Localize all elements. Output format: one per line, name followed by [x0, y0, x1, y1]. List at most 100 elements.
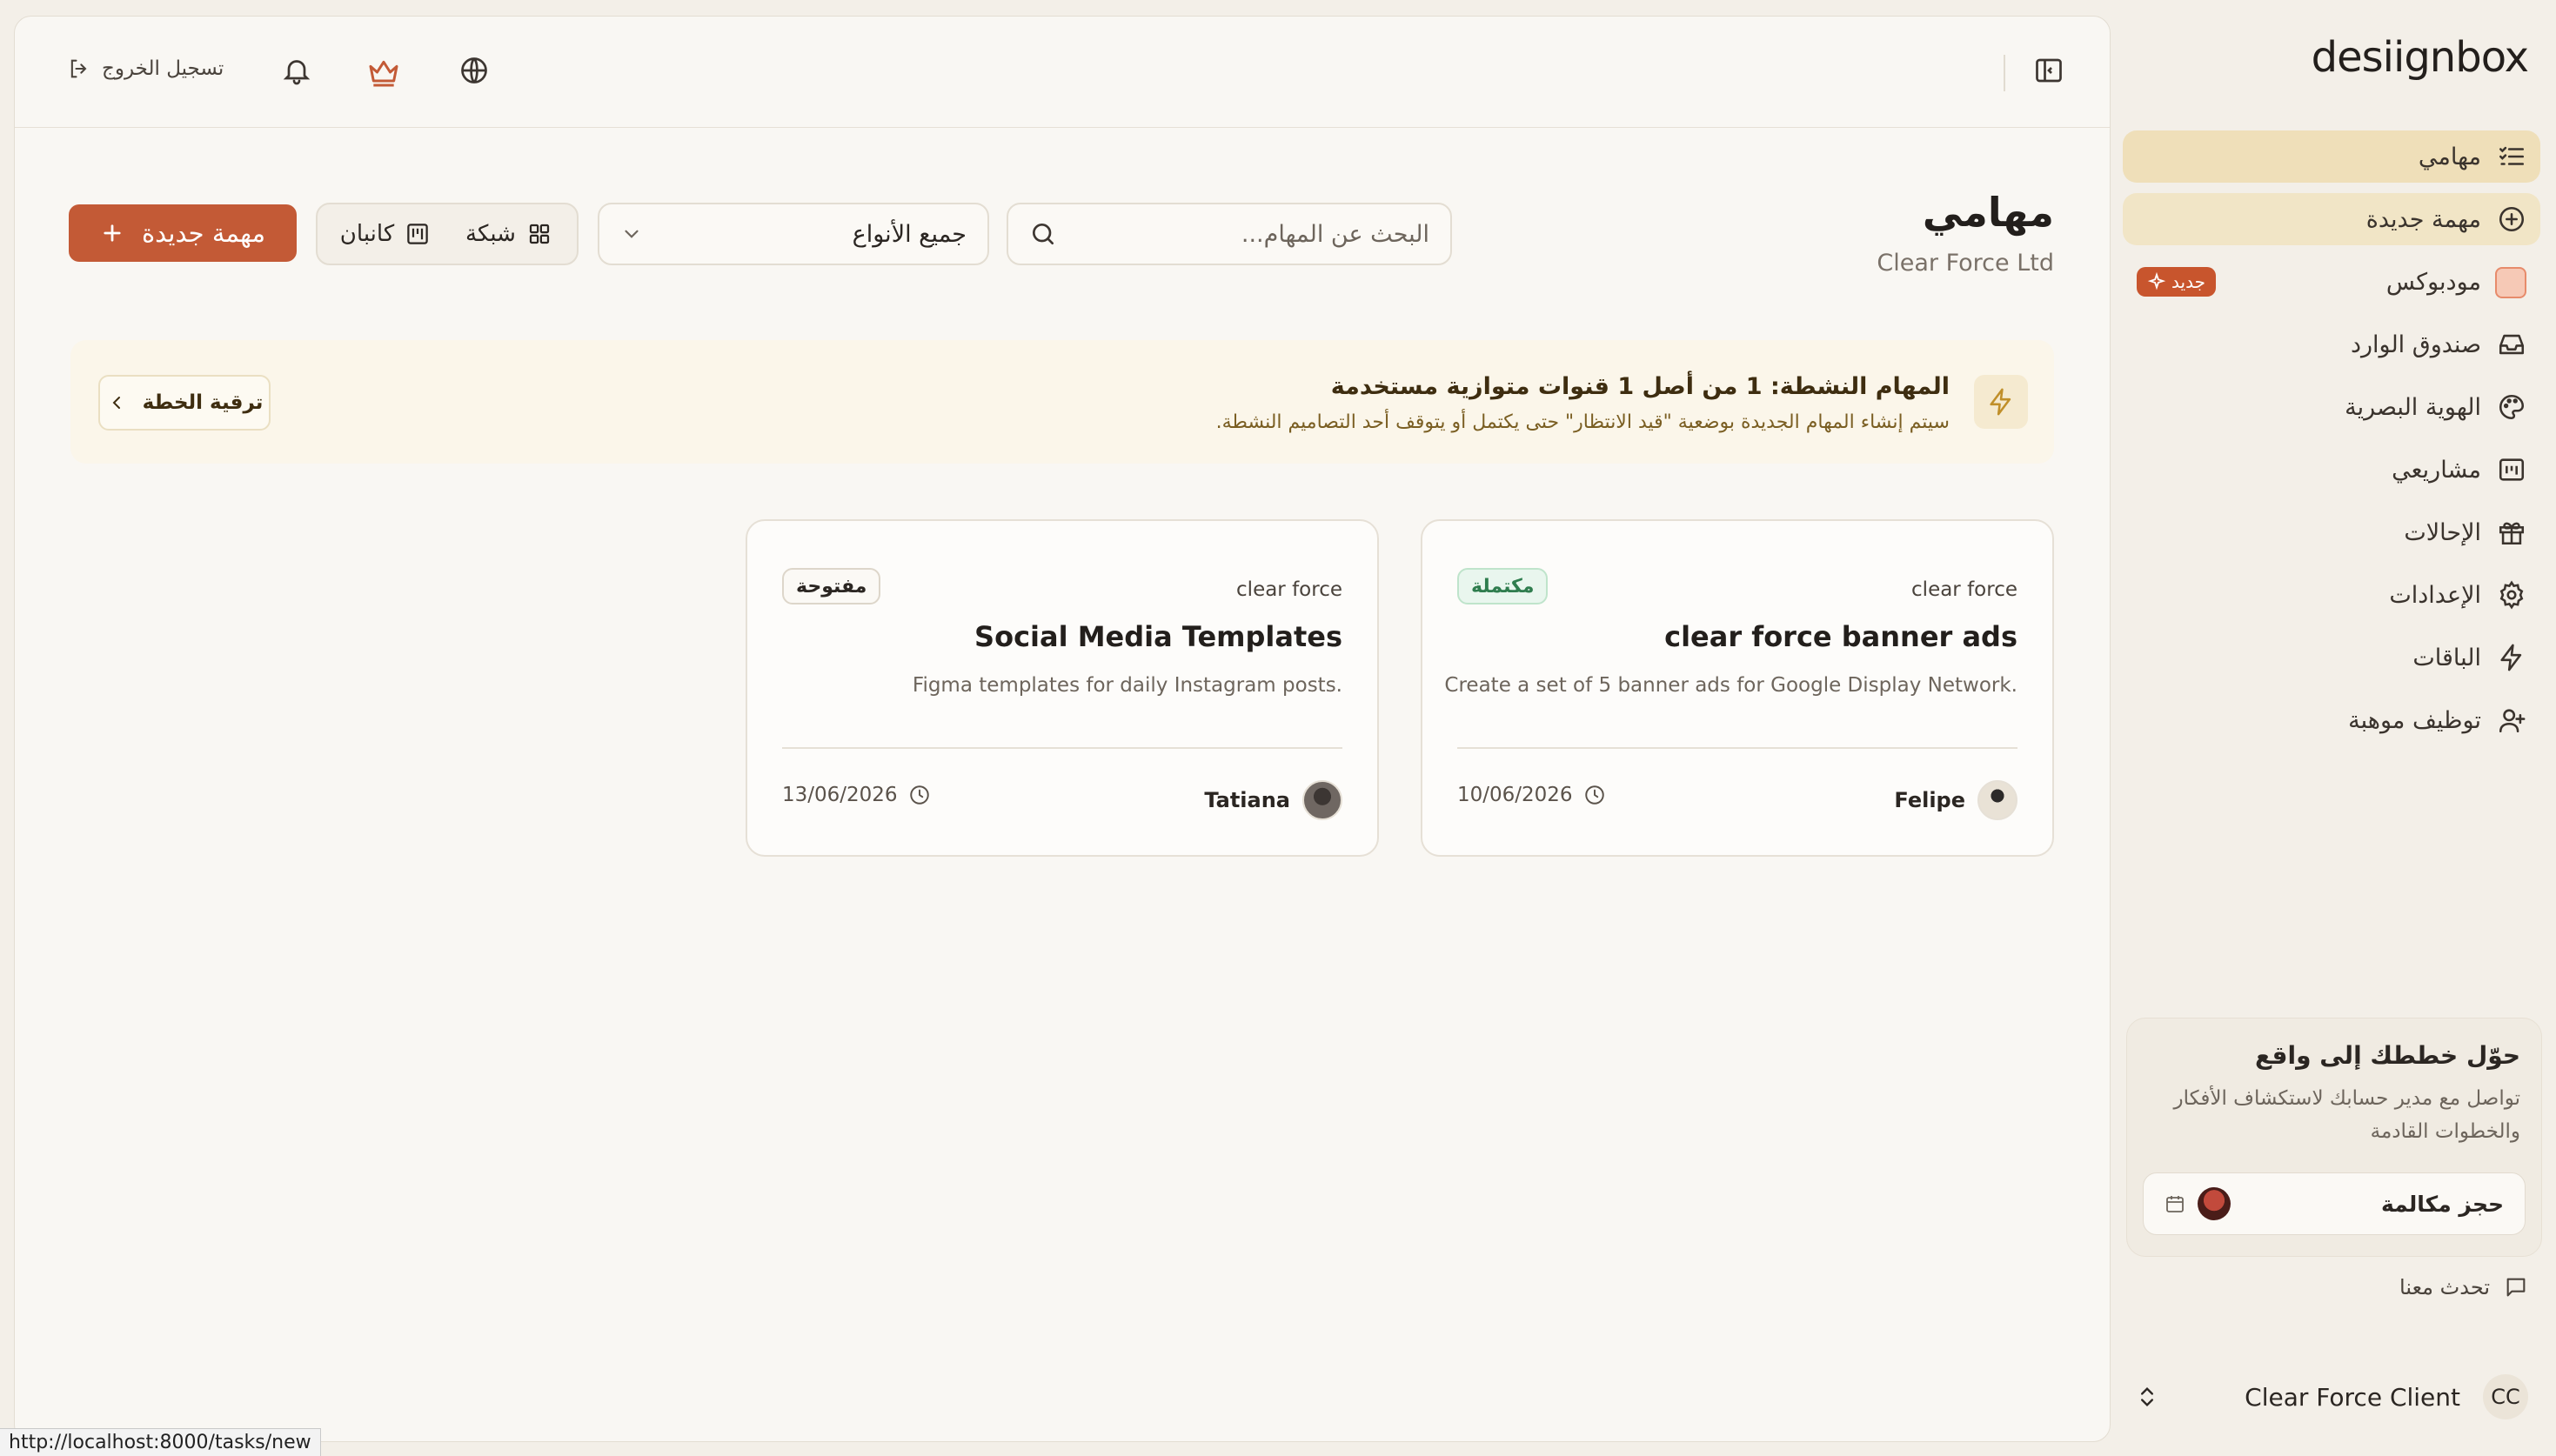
task-date: 13/06/2026	[782, 784, 931, 806]
sparkle-icon	[2147, 272, 2166, 291]
sidebar-item-new-task[interactable]: مهمة جديدة	[2123, 193, 2540, 245]
page-title: مهامي	[1922, 189, 2054, 236]
client-avatar: CC	[2483, 1374, 2528, 1419]
new-task-button[interactable]: مهمة جديدة	[69, 204, 297, 262]
sidebar-item-label: توظيف موهبة	[2348, 706, 2481, 734]
chevron-down-icon	[620, 223, 643, 245]
card-divider	[1457, 747, 2017, 749]
clock-icon	[1583, 784, 1606, 806]
view-kanban-label: كانبان	[339, 221, 395, 247]
main-panel: تسجيل الخروج مهامي Clear Force Ltd جميع …	[14, 16, 2111, 1442]
task-card[interactable]: clear force مكتملة clear force banner ad…	[1421, 519, 2054, 857]
sidebar-item-label: الإعدادات	[2389, 581, 2481, 609]
chat-with-us-link[interactable]: تحدث معنا	[2399, 1275, 2528, 1299]
upgrade-plan-button[interactable]: ترقية الخطة	[98, 375, 271, 431]
user-plus-icon	[2497, 705, 2526, 735]
task-title: clear force banner ads	[1664, 620, 2017, 653]
sidebar-item-brand-identity[interactable]: الهوية البصرية	[2123, 381, 2540, 433]
logout-icon	[67, 57, 91, 81]
projects-icon	[2497, 455, 2526, 484]
task-client: clear force	[1911, 578, 2017, 601]
task-client: clear force	[1236, 578, 1342, 601]
sidebar-nav: مهامي مهمة جديدة مودبوكس جديد صندوق الوا…	[2123, 130, 2540, 757]
sidebar-item-my-tasks[interactable]: مهامي	[2123, 130, 2540, 183]
sidebar-item-inbox[interactable]: صندوق الوارد	[2123, 318, 2540, 371]
notice-text: سيتم إنشاء المهام الجديدة بوضعية "قيد ال…	[1215, 411, 1950, 433]
gear-icon	[2497, 580, 2526, 610]
calendar-icon	[2165, 1193, 2185, 1214]
search-input[interactable]	[1071, 220, 1429, 248]
due-date: 13/06/2026	[782, 784, 898, 806]
task-search-field[interactable]	[1007, 203, 1452, 265]
type-filter-value: جميع الأنواع	[852, 220, 967, 248]
task-description: Create a set of 5 banner ads for Google …	[1444, 674, 2017, 697]
status-badge: مفتوحة	[782, 568, 881, 604]
task-card[interactable]: clear force مفتوحة Social Media Template…	[746, 519, 1379, 857]
view-kanban-button[interactable]: كانبان	[326, 210, 445, 258]
sidebar-item-projects[interactable]: مشاريعي	[2123, 444, 2540, 496]
chat-label: تحدث معنا	[2399, 1275, 2490, 1299]
page-subtitle: Clear Force Ltd	[1877, 250, 2054, 277]
grid-icon	[526, 221, 552, 247]
sidebar-item-label: الباقات	[2412, 644, 2481, 671]
crown-icon[interactable]	[366, 55, 401, 90]
chevron-left-icon	[106, 392, 127, 413]
due-date: 10/06/2026	[1457, 784, 1573, 806]
kanban-icon	[405, 221, 431, 247]
sidebar-item-referrals[interactable]: الإحالات	[2123, 506, 2540, 558]
task-date: 10/06/2026	[1457, 784, 1606, 806]
gift-icon	[2497, 518, 2526, 547]
status-badge: مكتملة	[1457, 568, 1549, 604]
sidebar-item-moodbox[interactable]: مودبوكس جديد	[2123, 256, 2540, 308]
search-icon	[1029, 220, 1057, 248]
plus-circle-icon	[2497, 204, 2526, 234]
view-toggle: شبكة كانبان	[316, 203, 579, 265]
inbox-icon	[2497, 330, 2526, 359]
task-title: Social Media Templates	[974, 620, 1342, 653]
tasks-list-icon	[2497, 142, 2526, 171]
book-call-label: حجز مكالمة	[2380, 1191, 2504, 1217]
sidebar-toggle-icon[interactable]	[2030, 55, 2064, 90]
upgrade-plan-label: ترقية الخطة	[142, 391, 264, 414]
brand-logo[interactable]: desiignbox	[2312, 33, 2529, 82]
avatar	[1302, 780, 1342, 820]
view-grid-label: شبكة	[465, 221, 516, 247]
clock-icon	[908, 784, 931, 806]
sidebar-item-label: مهمة جديدة	[2365, 205, 2481, 233]
moodbox-icon	[2495, 267, 2526, 298]
logout-button[interactable]: تسجيل الخروج	[67, 57, 224, 81]
view-grid-button[interactable]: شبكة	[450, 210, 568, 258]
sidebar-item-plans[interactable]: الباقات	[2123, 631, 2540, 684]
task-assignee: Tatiana	[1204, 780, 1342, 820]
account-manager-promo: حوّل خططك إلى واقع تواصل مع مدير حسابك ل…	[2126, 1018, 2542, 1257]
sidebar-item-label: مهامي	[2418, 143, 2481, 170]
top-bar: تسجيل الخروج	[15, 17, 2110, 128]
sidebar-item-hire-talent[interactable]: توظيف موهبة	[2123, 694, 2540, 746]
notice-title: المهام النشطة: 1 من أصل 1 قنوات متوازية …	[1330, 373, 1950, 400]
lightning-icon	[2497, 643, 2526, 672]
assignee-name: Tatiana	[1204, 788, 1290, 812]
type-filter-select[interactable]: جميع الأنواع	[598, 203, 989, 265]
sidebar-item-settings[interactable]: الإعدادات	[2123, 569, 2540, 621]
sidebar-item-label: مودبوكس	[2385, 268, 2481, 296]
promo-text: تواصل مع مدير حسابك لاستكشاف الأفكار وال…	[2173, 1087, 2520, 1143]
logout-label: تسجيل الخروج	[102, 57, 224, 80]
globe-icon[interactable]	[455, 55, 490, 90]
promo-title: حوّل خططك إلى واقع	[2255, 1041, 2520, 1070]
chevron-up-down-icon	[2135, 1385, 2159, 1409]
sidebar-item-label: الإحالات	[2404, 518, 2481, 546]
browser-status-url: http://localhost:8000/tasks/new	[0, 1428, 321, 1456]
client-switcher[interactable]: CC Clear Force Client	[2123, 1371, 2540, 1423]
topbar-divider	[2004, 55, 2005, 91]
new-badge-label: جديد	[2171, 271, 2205, 292]
plus-icon	[100, 221, 124, 245]
sidebar-item-label: صندوق الوارد	[2350, 331, 2481, 358]
book-call-button[interactable]: حجز مكالمة	[2143, 1172, 2526, 1235]
account-manager-avatar	[2198, 1187, 2231, 1220]
sidebar-item-label: مشاريعي	[2392, 456, 2481, 484]
client-name: Clear Force Client	[2245, 1382, 2460, 1412]
avatar	[1977, 780, 2017, 820]
task-description: Figma templates for daily Instagram post…	[912, 674, 1342, 697]
card-divider	[782, 747, 1342, 749]
bell-icon[interactable]	[278, 55, 312, 90]
